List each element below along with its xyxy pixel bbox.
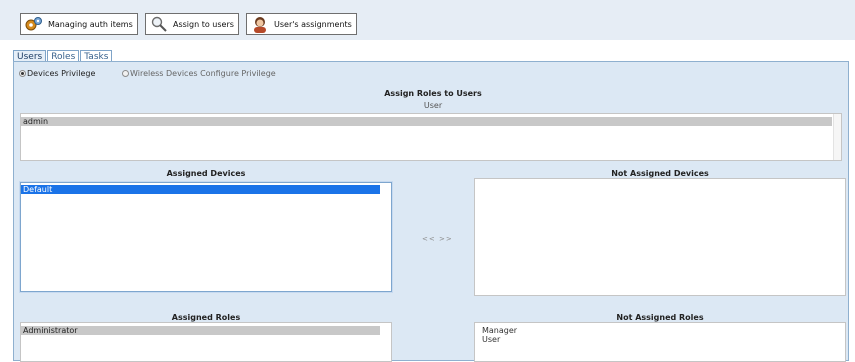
top-toolbar: Managing auth items Assign to users User… bbox=[0, 0, 855, 40]
not-assigned-role-item[interactable]: Manager bbox=[480, 326, 845, 335]
gears-icon bbox=[25, 17, 42, 31]
user-list-scrollbar[interactable] bbox=[833, 114, 841, 160]
user-list-label: User bbox=[423, 101, 443, 110]
assign-to-users-button[interactable]: Assign to users bbox=[145, 13, 239, 35]
radio-unchecked-icon[interactable] bbox=[122, 70, 129, 77]
user-avatar-icon bbox=[254, 17, 266, 33]
devices-privilege-radio[interactable]: Devices Privilege bbox=[19, 69, 95, 78]
users-assignments-button[interactable]: User's assignments bbox=[246, 13, 357, 35]
assign-roles-title: Assign Roles to Users bbox=[384, 89, 482, 98]
assigned-role-item[interactable]: Administrator bbox=[21, 326, 380, 335]
magnifier-icon bbox=[151, 16, 167, 32]
user-list[interactable]: admin bbox=[20, 113, 842, 161]
devices-privilege-label: Devices Privilege bbox=[27, 69, 96, 78]
wireless-privilege-radio[interactable]: Wireless Devices Configure Privilege bbox=[122, 69, 276, 78]
not-assigned-roles-title: Not Assigned Roles bbox=[616, 313, 704, 322]
not-assigned-devices-list[interactable] bbox=[474, 178, 846, 296]
managing-auth-items-button[interactable]: Managing auth items bbox=[20, 13, 138, 35]
not-assigned-devices-title: Not Assigned Devices bbox=[611, 169, 709, 178]
assigned-devices-list[interactable]: Default bbox=[20, 182, 392, 292]
radio-checked-icon[interactable] bbox=[19, 70, 26, 77]
not-assigned-roles-list[interactable]: Manager User bbox=[474, 322, 846, 362]
not-assigned-role-item[interactable]: User bbox=[480, 335, 845, 344]
assigned-roles-list[interactable]: Administrator bbox=[20, 322, 392, 362]
managing-auth-items-label: Managing auth items bbox=[48, 19, 133, 29]
user-list-item[interactable]: admin bbox=[21, 117, 832, 126]
wireless-privilege-label: Wireless Devices Configure Privilege bbox=[130, 69, 276, 78]
assign-to-users-label: Assign to users bbox=[173, 19, 234, 29]
assigned-device-item[interactable]: Default bbox=[21, 185, 380, 194]
move-items-controls[interactable]: << >> bbox=[422, 235, 453, 243]
assigned-roles-title: Assigned Roles bbox=[171, 313, 241, 322]
users-assignments-label: User's assignments bbox=[274, 19, 352, 29]
assigned-devices-title: Assigned Devices bbox=[166, 169, 246, 178]
